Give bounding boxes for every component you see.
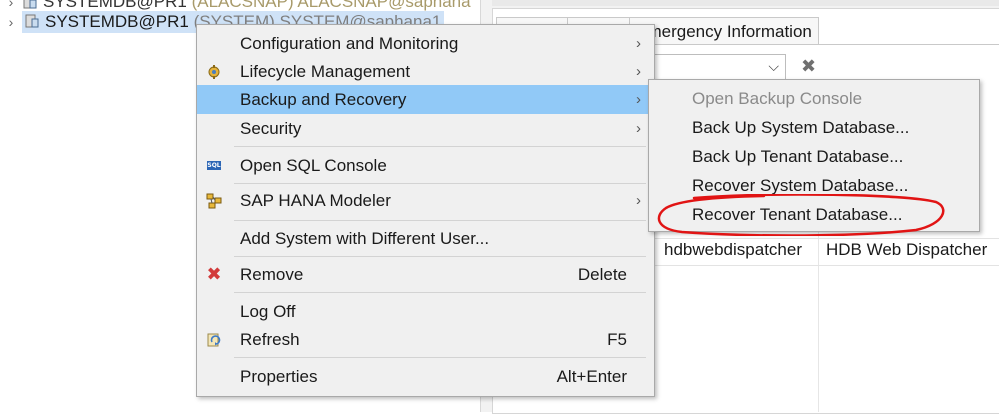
menu-separator — [234, 183, 646, 184]
submenu-item-recover-system-database[interactable]: Recover System Database... — [692, 171, 908, 200]
menu-item-label: Remove — [240, 264, 304, 284]
menu-separator — [234, 357, 646, 358]
submenu-arrow-icon: › — [636, 91, 641, 108]
database-icon — [23, 0, 37, 9]
menu-separator — [234, 256, 646, 257]
remove-x-icon: ✖ — [206, 264, 222, 284]
tab-emergency-information[interactable]: Emergency Information — [629, 17, 819, 45]
table-cell-service: hdbwebdispatcher — [664, 240, 802, 259]
submenu-arrow-icon: › — [636, 120, 641, 137]
expand-chevron-icon[interactable]: › — [0, 0, 22, 10]
shortcut-label: Delete — [577, 264, 627, 284]
menu-item-open-sql-console[interactable]: SQL Open SQL Console — [197, 151, 654, 180]
menu-item-backup-and-recovery[interactable]: Backup and Recovery › — [197, 85, 654, 114]
filter-dropdown[interactable]: ⌵ — [650, 54, 786, 82]
menu-item-security[interactable]: Security › — [197, 114, 654, 143]
submenu-item-back-up-system-database[interactable]: Back Up System Database... — [692, 113, 909, 142]
sql-console-icon: SQL — [207, 161, 221, 170]
shortcut-label: F5 — [607, 329, 627, 349]
menu-item-label: Configuration and Monitoring — [240, 33, 459, 53]
database-icon — [25, 14, 39, 28]
menu-item-lifecycle[interactable]: Lifecycle Management › — [197, 57, 654, 86]
panel-header-strip — [492, 0, 999, 6]
clear-filter-icon[interactable]: ✖ — [801, 56, 816, 77]
menu-item-label: Security — [240, 118, 302, 138]
menu-item-properties[interactable]: Properties Alt+Enter — [197, 362, 654, 391]
menu-item-add-system-different-user[interactable]: Add System with Different User... — [197, 224, 654, 253]
menu-item-remove[interactable]: ✖ Remove Delete — [197, 260, 654, 289]
menu-item-label: Backup and Recovery — [240, 89, 407, 109]
menu-item-label: Lifecycle Management — [240, 61, 411, 81]
menu-separator — [234, 292, 646, 293]
lifecycle-gear-icon — [206, 64, 222, 80]
table-cell-description: HDB Web Dispatcher — [826, 240, 988, 259]
modeler-icon — [206, 193, 222, 209]
menu-item-label: Open SQL Console — [240, 155, 387, 175]
menu-item-refresh[interactable]: Refresh F5 — [197, 325, 654, 354]
chevron-down-icon[interactable]: ⌵ — [768, 58, 779, 75]
submenu-item-back-up-tenant-database[interactable]: Back Up Tenant Database... — [692, 142, 903, 171]
menu-item-configuration[interactable]: Configuration and Monitoring › — [197, 29, 654, 58]
refresh-icon — [206, 332, 222, 348]
submenu-item-recover-tenant-database[interactable]: Recover Tenant Database... — [692, 200, 902, 229]
submenu-arrow-icon: › — [636, 192, 641, 209]
menu-item-log-off[interactable]: Log Off — [197, 297, 654, 326]
context-menu: Configuration and Monitoring › Lifecycle… — [196, 24, 655, 397]
expand-chevron-icon[interactable]: › — [0, 14, 22, 30]
menu-item-label: SAP HANA Modeler — [240, 190, 391, 210]
menu-item-label: Add System with Different User... — [240, 228, 490, 248]
menu-item-label: Log Off — [240, 301, 296, 321]
submenu-arrow-icon: › — [636, 35, 641, 52]
submenu-arrow-icon: › — [636, 63, 641, 80]
submenu-item-open-backup-console: Open Backup Console — [692, 88, 863, 108]
menu-item-hana-modeler[interactable]: SAP HANA Modeler › — [197, 186, 654, 215]
menu-item-label: Properties — [240, 366, 318, 386]
menu-item-label: Refresh — [240, 329, 300, 349]
shortcut-label: Alt+Enter — [556, 366, 627, 386]
backup-recovery-submenu: Open Backup Console Back Up System Datab… — [648, 79, 980, 232]
menu-separator — [234, 146, 646, 147]
tree-label: SYSTEMDB@PR1 — [45, 12, 189, 31]
menu-separator — [234, 220, 646, 221]
